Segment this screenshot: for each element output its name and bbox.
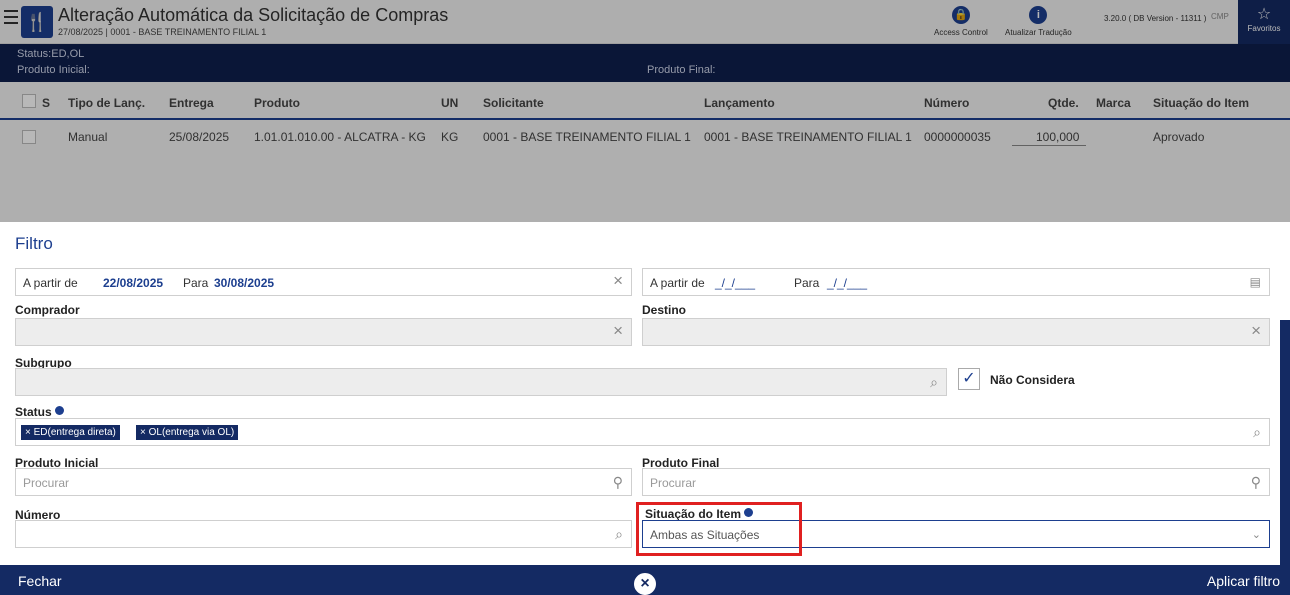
date2-to-prefix: Para (794, 276, 820, 290)
produto-inicial-placeholder: Procurar (23, 476, 70, 490)
produto-final-field[interactable]: Procurar ⚲ (642, 468, 1270, 496)
search-lookup-icon[interactable]: ⌕ (930, 374, 938, 391)
date-to-prefix: Para (183, 276, 209, 290)
aplicar-filtro-button[interactable]: Aplicar filtro (1207, 573, 1280, 589)
produto-inicial-field[interactable]: Procurar ⚲ (15, 468, 632, 496)
info-icon[interactable] (54, 406, 64, 415)
nao-considera-checkbox[interactable]: ✓ (958, 368, 980, 390)
modal-overlay (0, 0, 1290, 222)
status-chip-ol[interactable]: × OL(entrega via OL) (136, 425, 239, 440)
fechar-button[interactable]: Fechar (18, 573, 62, 589)
status-label: Status (15, 405, 64, 419)
clear-icon[interactable]: × (1251, 321, 1261, 341)
chevron-down-icon[interactable]: ⌄ (1252, 528, 1261, 541)
nao-considera-label: Não Considera (990, 373, 1075, 387)
filter-title: Filtro (15, 234, 53, 253)
date-from-value: 22/08/2025 (103, 276, 164, 290)
date-range-field-2[interactable]: A partir de _/_/___ Para _/_/___ ▤ (642, 268, 1270, 296)
destino-label: Destino (642, 303, 687, 317)
status-field[interactable]: × ED(entrega direta) × OL(entrega via OL… (15, 418, 1270, 446)
comprador-field[interactable]: × (15, 318, 632, 346)
date-to-value: 30/08/2025 (214, 276, 275, 290)
date-range-field[interactable]: A partir de 22/08/2025 Para 30/08/2025 × (15, 268, 632, 296)
numero-field[interactable]: ⌕ (15, 520, 632, 548)
clear-icon[interactable]: × (613, 271, 623, 291)
status-chip-ed[interactable]: × ED(entrega direta) (21, 425, 120, 440)
search-lookup-icon[interactable]: ⌕ (1253, 424, 1261, 441)
date2-to-value: _/_/___ (827, 276, 868, 290)
destino-field[interactable]: × (642, 318, 1270, 346)
produto-final-placeholder: Procurar (650, 476, 697, 490)
date-from-prefix: A partir de (23, 276, 78, 290)
date2-from-prefix: A partir de (650, 276, 705, 290)
side-scrollbar[interactable] (1280, 320, 1290, 595)
highlight-box (636, 502, 802, 556)
subgrupo-field[interactable]: ⌕ (15, 368, 947, 396)
calendar-icon[interactable]: ▤ (1250, 275, 1261, 289)
search-icon[interactable]: ⚲ (1251, 474, 1261, 491)
search-icon[interactable]: ⚲ (613, 474, 623, 491)
search-lookup-icon[interactable]: ⌕ (615, 526, 623, 543)
comprador-label: Comprador (15, 303, 80, 317)
clear-icon[interactable]: × (613, 321, 623, 341)
close-icon[interactable]: × (632, 571, 658, 595)
date2-from-value: _/_/___ (715, 276, 756, 290)
